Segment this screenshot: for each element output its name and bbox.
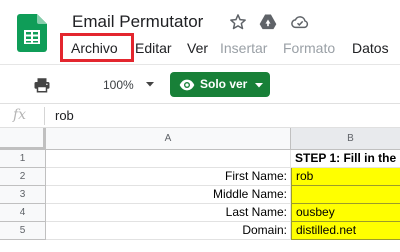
menu-ver[interactable]: Ver [187, 38, 208, 58]
row-header-1[interactable]: 1 [0, 150, 46, 168]
row-header-2[interactable]: 2 [0, 168, 46, 186]
formula-bar-divider [44, 107, 45, 125]
star-icon[interactable] [228, 12, 248, 32]
eye-icon [179, 77, 195, 93]
cell-a1[interactable] [46, 150, 291, 168]
formula-bar: fx rob [0, 104, 400, 128]
cell-b1[interactable]: STEP 1: Fill in the [291, 150, 400, 168]
cell-a4[interactable]: Last Name: [46, 204, 291, 222]
formula-input[interactable]: rob [55, 108, 74, 123]
menu-formato[interactable]: Formato [283, 38, 335, 58]
toolbar: 100% Solo ver [0, 64, 400, 104]
move-to-drive-icon[interactable] [258, 12, 278, 32]
sheets-logo-icon[interactable] [17, 14, 47, 52]
cell-b3[interactable] [291, 186, 400, 204]
cell-a2[interactable]: First Name: [46, 168, 291, 186]
cell-a3[interactable]: Middle Name: [46, 186, 291, 204]
menu-insertar[interactable]: Insertar [220, 38, 267, 58]
menu-datos[interactable]: Datos [352, 38, 389, 58]
view-only-label: Solo ver [200, 77, 248, 91]
row-header-4[interactable]: 4 [0, 204, 46, 222]
print-icon[interactable] [33, 76, 51, 94]
spreadsheet-grid: A B 1 STEP 1: Fill in the 2 First Name: … [0, 128, 400, 252]
column-header-b[interactable]: B [291, 128, 400, 150]
archivo-highlight-box [60, 33, 134, 62]
cell-b5[interactable]: distilled.net [291, 222, 400, 240]
cloud-saved-icon[interactable] [290, 12, 310, 32]
menu-editar[interactable]: Editar [135, 38, 172, 58]
cell-a5[interactable]: Domain: [46, 222, 291, 240]
cell-b4[interactable]: ousbey [291, 204, 400, 222]
caret-down-icon [254, 80, 264, 90]
title-bar: Email Permutator Archivo Editar Ver Inse… [0, 0, 400, 64]
row-header-3[interactable]: 3 [0, 186, 46, 204]
column-header-a[interactable]: A [46, 128, 291, 150]
document-title[interactable]: Email Permutator [72, 12, 203, 32]
view-only-button[interactable]: Solo ver [170, 72, 270, 97]
zoom-select[interactable]: 100% [103, 74, 134, 96]
fx-icon: fx [13, 107, 27, 123]
select-all-corner[interactable] [0, 128, 46, 150]
chevron-down-icon[interactable] [143, 77, 157, 91]
cell-b2[interactable]: rob [291, 168, 400, 186]
row-header-5[interactable]: 5 [0, 222, 46, 240]
